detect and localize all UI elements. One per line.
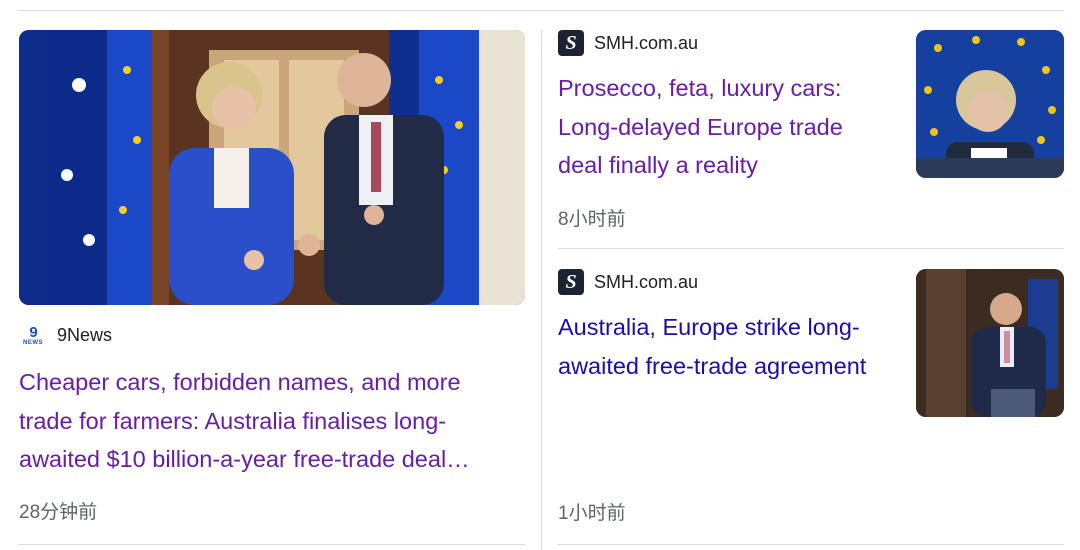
source-row[interactable]: S SMH.com.au xyxy=(558,269,698,295)
thumbnail-illustration xyxy=(19,30,525,305)
news-card-left[interactable]: 9 NEWS 9News Cheaper cars, forbidden nam… xyxy=(0,0,540,550)
source-row[interactable]: 9 NEWS 9News xyxy=(19,324,112,346)
article-timestamp: 8小时前 xyxy=(558,209,626,230)
smh-logo-icon: S xyxy=(558,269,584,295)
article-thumbnail-leaders-handshake[interactable] xyxy=(19,30,525,305)
source-name: SMH.com.au xyxy=(594,32,699,53)
article-headline-link[interactable]: Prosecco, feta, luxury cars: Long-delaye… xyxy=(558,69,888,185)
nine-news-logo-icon: 9 NEWS xyxy=(23,323,43,346)
article-thumbnail-eu-speaker[interactable] xyxy=(916,30,1064,178)
source-row[interactable]: S SMH.com.au xyxy=(558,30,698,56)
thumbnail-illustration xyxy=(916,30,1064,178)
smh-logo-icon: S xyxy=(558,30,584,56)
article-timestamp: 1小时前 xyxy=(558,503,626,524)
right-bottom-divider xyxy=(558,544,1064,545)
article-timestamp: 28分钟前 xyxy=(19,502,98,523)
thumbnail-illustration xyxy=(916,269,1064,417)
article-headline-link[interactable]: Australia, Europe strike long-awaited fr… xyxy=(558,308,903,385)
news-card-right-2[interactable]: S SMH.com.au Australia, Europe strike lo… xyxy=(542,249,1080,544)
article-thumbnail-pm-speaking[interactable] xyxy=(916,269,1064,417)
news-card-right-1[interactable]: S SMH.com.au Prosecco, feta, luxury cars… xyxy=(542,0,1080,248)
article-headline-link[interactable]: Cheaper cars, forbidden names, and more … xyxy=(19,363,519,479)
source-name: SMH.com.au xyxy=(594,271,699,292)
source-name: 9News xyxy=(57,324,113,345)
